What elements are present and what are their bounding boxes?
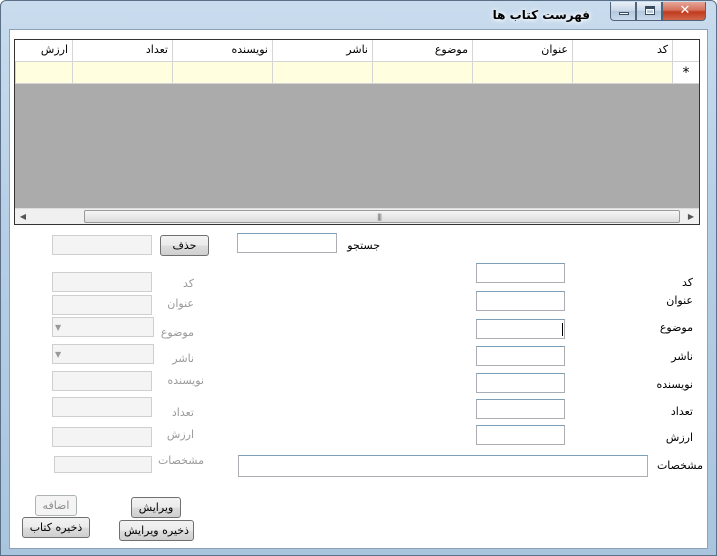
details-label: مشخصات — [656, 459, 703, 472]
column-header-author[interactable]: نویسنده — [172, 40, 272, 62]
edit-details-label: مشخصات — [157, 454, 204, 467]
table-row[interactable]: * — [15, 62, 699, 84]
edit-author-label: نویسنده — [167, 374, 204, 387]
edit-code-label: کد — [182, 277, 194, 290]
column-header-subject[interactable]: موضوع — [372, 40, 472, 62]
chevron-down-icon: ▼ — [55, 323, 62, 332]
books-grid[interactable]: کد عنوان موضوع ناشر نویسنده تعداد ارزش *… — [14, 39, 700, 225]
edit-publisher-combo: ▼ — [52, 344, 154, 364]
edit-count-label: تعداد — [171, 406, 194, 419]
code-label: کد — [681, 276, 693, 289]
cell-subject[interactable] — [372, 62, 472, 84]
title-label: عنوان — [666, 294, 693, 307]
price-input[interactable] — [476, 425, 565, 445]
close-button[interactable]: ✕ — [662, 2, 706, 21]
count-label: تعداد — [670, 405, 693, 418]
column-header-code[interactable]: کد — [572, 40, 672, 62]
minimize-button[interactable] — [610, 2, 636, 21]
count-input[interactable] — [476, 399, 565, 419]
cell-title[interactable] — [472, 62, 572, 84]
subject-label: موضوع — [659, 321, 693, 334]
title-input[interactable] — [476, 291, 565, 311]
code-input[interactable] — [476, 263, 565, 283]
delete-code-field — [52, 235, 152, 255]
app-window: فهرست کتاب ها ✕ کد عنوان موضوع ناشر نویس… — [0, 0, 717, 556]
edit-code-field — [52, 272, 152, 292]
cell-publisher[interactable] — [272, 62, 372, 84]
row-header-corner — [672, 40, 699, 62]
edit-title-field — [52, 295, 152, 315]
chevron-down-icon: ▼ — [55, 350, 62, 359]
details-input[interactable] — [238, 455, 648, 477]
column-header-publisher[interactable]: ناشر — [272, 40, 372, 62]
horizontal-scrollbar[interactable]: ◀ ||| ▶ — [15, 208, 699, 224]
cell-count[interactable] — [72, 62, 172, 84]
maximize-button[interactable] — [636, 2, 662, 21]
close-icon: ✕ — [679, 3, 691, 18]
column-header-price[interactable]: ارزش — [15, 40, 72, 62]
search-input[interactable] — [237, 233, 337, 253]
text-caret — [562, 323, 563, 336]
add-button[interactable]: اضافه — [35, 495, 77, 516]
cell-author[interactable] — [172, 62, 272, 84]
author-label: نویسنده — [656, 378, 693, 391]
edit-subject-combo: ▼ — [52, 317, 154, 337]
edit-publisher-label: ناشر — [172, 352, 194, 365]
form-client-area: کد عنوان موضوع ناشر نویسنده تعداد ارزش *… — [9, 29, 708, 549]
edit-price-label: ارزش — [166, 428, 194, 441]
search-label: جستجو — [347, 239, 380, 252]
title-bar[interactable]: فهرست کتاب ها ✕ — [1, 1, 717, 29]
edit-subject-label: موضوع — [160, 326, 194, 339]
column-header-title[interactable]: عنوان — [472, 40, 572, 62]
publisher-input[interactable] — [476, 346, 565, 366]
maximize-icon — [645, 6, 655, 15]
scroll-left-icon[interactable]: ◀ — [15, 209, 31, 225]
grid-header: کد عنوان موضوع ناشر نویسنده تعداد ارزش — [15, 40, 699, 62]
edit-button[interactable]: ویرایش — [131, 497, 181, 518]
column-header-count[interactable]: تعداد — [72, 40, 172, 62]
window-title: فهرست کتاب ها — [492, 8, 590, 22]
author-input[interactable] — [476, 373, 565, 393]
delete-button[interactable]: حذف — [160, 235, 209, 256]
price-label: ارزش — [665, 431, 693, 444]
edit-title-label: عنوان — [167, 297, 194, 310]
new-row-marker: * — [672, 62, 699, 84]
edit-price-field — [52, 427, 152, 447]
scroll-right-icon[interactable]: ▶ — [683, 209, 699, 225]
edit-count-field — [52, 397, 152, 417]
scrollbar-thumb[interactable]: ||| — [84, 210, 680, 223]
save-edit-button[interactable]: ذخیره ویرایش — [119, 520, 194, 541]
edit-details-field — [54, 456, 152, 473]
minimize-icon — [619, 12, 629, 15]
cell-code[interactable] — [572, 62, 672, 84]
subject-input[interactable] — [476, 319, 565, 339]
save-book-button[interactable]: ذخیره کتاب — [22, 517, 90, 538]
grip-icon: ||| — [377, 213, 382, 221]
edit-author-field — [52, 371, 152, 391]
publisher-label: ناشر — [671, 350, 693, 363]
cell-price[interactable] — [15, 62, 72, 84]
